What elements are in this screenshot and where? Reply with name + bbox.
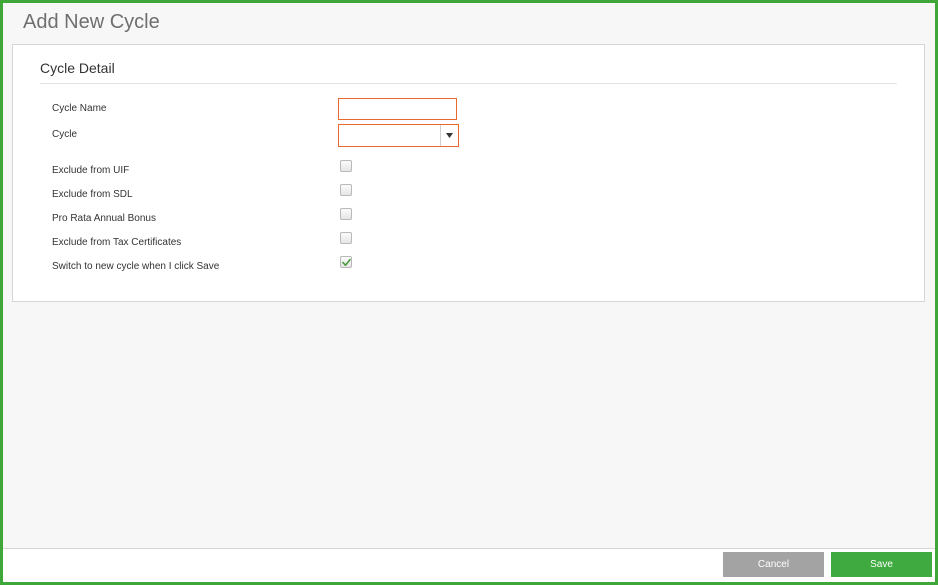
page-title: Add New Cycle (23, 11, 160, 33)
exclude-sdl-row: Exclude from SDL (13, 184, 924, 208)
exclude-sdl-label: Exclude from SDL (52, 189, 133, 200)
pro-rata-bonus-row: Pro Rata Annual Bonus (13, 208, 924, 232)
cycle-label: Cycle (52, 129, 78, 140)
checkmark-icon (342, 258, 351, 266)
switch-new-cycle-row: Switch to new cycle when I click Save (13, 256, 924, 280)
switch-new-cycle-label: Switch to new cycle when I click Save (52, 261, 220, 272)
cycle-detail-panel: Cycle Detail Cycle Name Cycle Exclude fr… (12, 44, 925, 302)
cycle-select[interactable] (338, 124, 459, 147)
switch-new-cycle-checkbox[interactable] (340, 256, 352, 268)
dialog-window: Add New Cycle Cycle Detail Cycle Name Cy… (0, 0, 938, 585)
pro-rata-bonus-checkbox[interactable] (340, 208, 352, 220)
cycle-name-row: Cycle Name (13, 98, 924, 122)
footer-divider (3, 548, 935, 549)
cycle-name-input[interactable] (338, 98, 457, 120)
chevron-down-icon[interactable] (440, 125, 458, 146)
section-divider (40, 83, 897, 84)
cycle-name-label: Cycle Name (52, 103, 107, 114)
cycle-row: Cycle (13, 124, 924, 148)
exclude-uif-checkbox[interactable] (340, 160, 352, 172)
exclude-uif-row: Exclude from UIF (13, 160, 924, 184)
section-title: Cycle Detail (40, 60, 115, 76)
cancel-button[interactable]: Cancel (723, 552, 824, 577)
exclude-tax-certs-row: Exclude from Tax Certificates (13, 232, 924, 256)
save-button[interactable]: Save (831, 552, 932, 577)
exclude-tax-certs-label: Exclude from Tax Certificates (52, 237, 182, 248)
exclude-uif-label: Exclude from UIF (52, 165, 130, 176)
pro-rata-bonus-label: Pro Rata Annual Bonus (52, 213, 156, 224)
exclude-sdl-checkbox[interactable] (340, 184, 352, 196)
exclude-tax-certs-checkbox[interactable] (340, 232, 352, 244)
